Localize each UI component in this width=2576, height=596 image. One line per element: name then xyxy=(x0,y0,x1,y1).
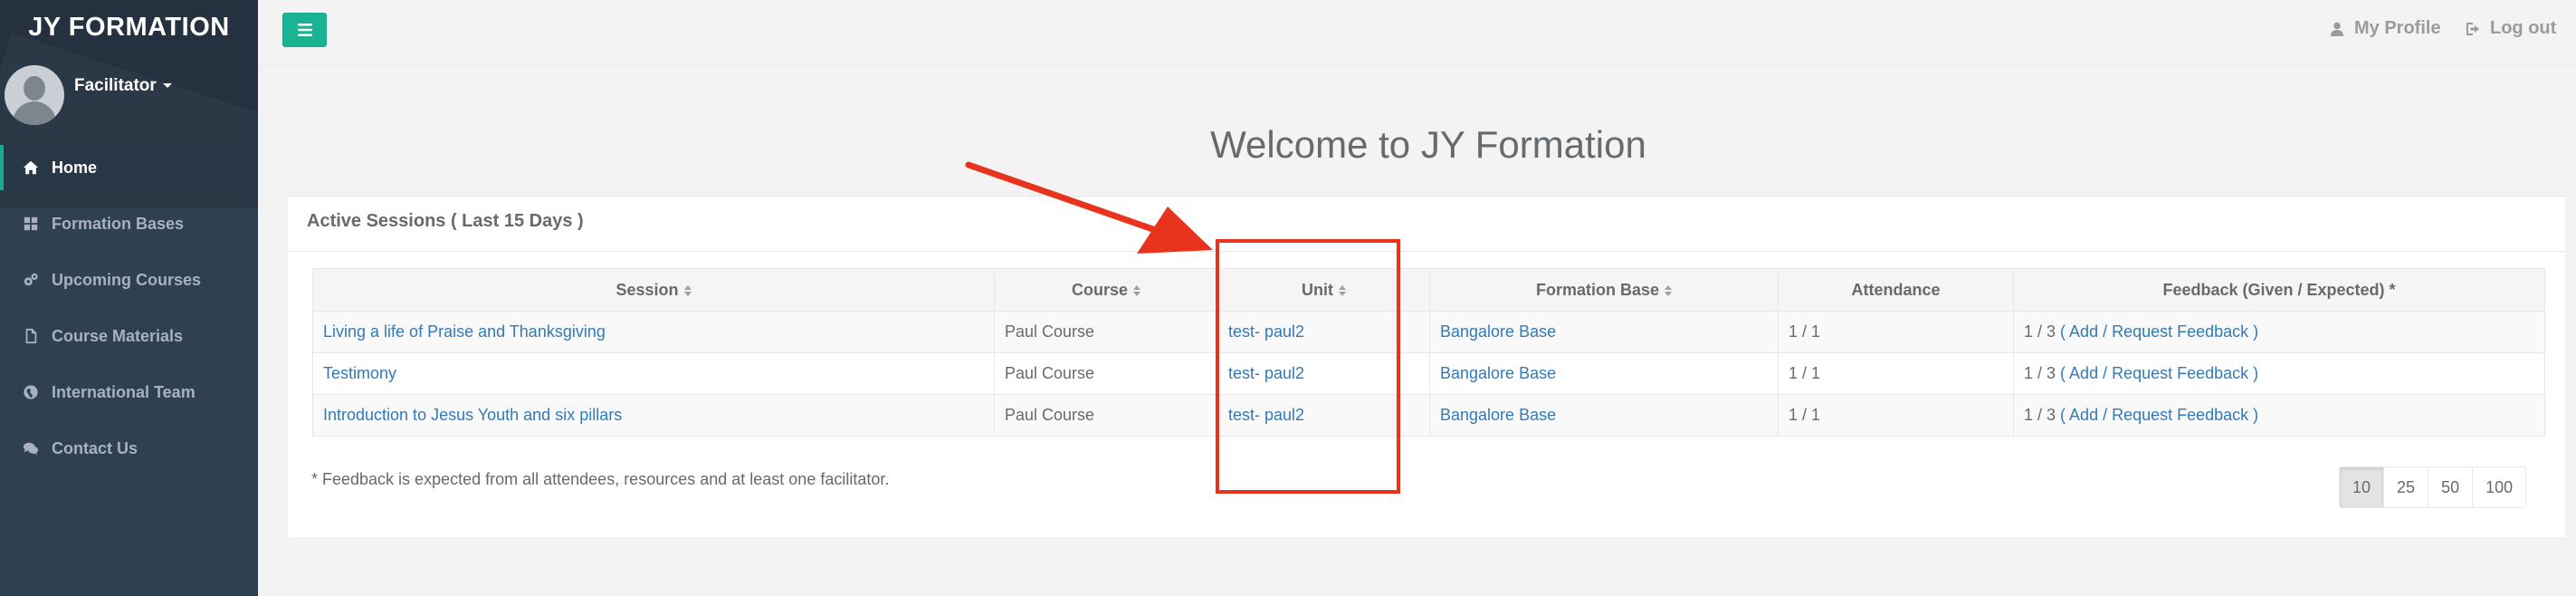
caret-down-icon xyxy=(162,83,172,89)
formation-base-cell: Bangalore Base xyxy=(1429,311,1779,353)
active-sessions-panel: Active Sessions ( Last 15 Days ) Session… xyxy=(288,196,2565,537)
file-icon xyxy=(25,328,37,344)
sidebar-item-course-materials[interactable]: Course Materials xyxy=(0,313,258,359)
attendance-cell: 1 / 1 xyxy=(1778,311,2014,353)
feedback-cell: 1 / 3 ( Add / Request Feedback ) xyxy=(2013,352,2545,395)
course-cell: Paul Course xyxy=(994,352,1218,395)
sign-out-icon xyxy=(2466,22,2479,35)
panel-title: Active Sessions ( Last 15 Days ) xyxy=(307,211,584,231)
panel-divider xyxy=(288,251,2565,252)
formation-base-link[interactable]: Bangalore Base xyxy=(1440,322,1556,341)
column-header-feedback: Feedback (Given / Expected) * xyxy=(2013,268,2545,312)
sort-icon xyxy=(1665,284,1673,296)
sidebar-item-formation-bases[interactable]: Formation Bases xyxy=(0,201,258,246)
formation-base-link[interactable]: Bangalore Base xyxy=(1440,364,1556,382)
sort-icon xyxy=(683,284,692,296)
table-row: Living a life of Praise and Thanksgiving… xyxy=(312,311,2545,353)
sidebar-item-label: International Team xyxy=(52,382,196,401)
globe-icon xyxy=(24,385,38,399)
page-size-option[interactable]: 10 xyxy=(2340,467,2385,507)
course-cell: Paul Course xyxy=(994,394,1218,437)
page-size-option[interactable]: 50 xyxy=(2428,467,2474,507)
user-role-dropdown[interactable]: Facilitator xyxy=(74,76,172,96)
sidebar-item-label: Formation Bases xyxy=(52,214,185,233)
page-size-selector: 10 25 50 100 xyxy=(2339,466,2527,508)
attendance-cell: 1 / 1 xyxy=(1778,394,2014,437)
sidebar-item-label: Contact Us xyxy=(52,438,138,457)
request-feedback-link[interactable]: ( Add / Request Feedback ) xyxy=(2060,364,2258,382)
session-cell: Living a life of Praise and Thanksgiving xyxy=(312,311,995,353)
course-cell: Paul Course xyxy=(994,311,1218,353)
sidebar-item-contact-us[interactable]: Contact Us xyxy=(0,426,258,471)
avatar[interactable] xyxy=(5,65,64,125)
feedback-count: 1 / 3 xyxy=(2024,364,2056,382)
session-link[interactable]: Testimony xyxy=(323,364,396,382)
cogs-icon xyxy=(24,273,38,286)
formation-base-link[interactable]: Bangalore Base xyxy=(1440,406,1556,424)
user-role-label: Facilitator xyxy=(74,76,157,95)
formation-base-cell: Bangalore Base xyxy=(1429,352,1779,395)
feedback-count: 1 / 3 xyxy=(2024,322,2056,341)
session-cell: Introduction to Jesus Youth and six pill… xyxy=(312,394,995,437)
column-header-course[interactable]: Course xyxy=(994,268,1218,312)
request-feedback-link[interactable]: ( Add / Request Feedback ) xyxy=(2060,406,2258,424)
annotation-arrow xyxy=(965,161,1213,254)
sidebar-item-home[interactable]: Home xyxy=(0,145,258,190)
formation-base-cell: Bangalore Base xyxy=(1429,394,1779,437)
my-profile-label: My Profile xyxy=(2354,18,2441,38)
sidebar-item-label: Home xyxy=(52,158,98,177)
session-link[interactable]: Living a life of Praise and Thanksgiving xyxy=(323,322,606,341)
sidebar-toggle-button[interactable] xyxy=(282,13,327,47)
feedback-count: 1 / 3 xyxy=(2024,406,2056,424)
logout-link[interactable]: Log out xyxy=(2466,18,2556,39)
table-header-row: Session Course Unit Formation Base Atten… xyxy=(312,268,2545,312)
sessions-table: Session Course Unit Formation Base Atten… xyxy=(312,268,2545,437)
sidebar-item-label: Course Materials xyxy=(52,326,184,345)
brand-title: JY FORMATION xyxy=(28,13,230,42)
annotation-highlight-box xyxy=(1216,239,1400,494)
page-size-option[interactable]: 100 xyxy=(2473,467,2526,507)
column-header-formation-base[interactable]: Formation Base xyxy=(1429,268,1779,312)
feedback-cell: 1 / 3 ( Add / Request Feedback ) xyxy=(2013,311,2545,353)
sidebar-item-upcoming-courses[interactable]: Upcoming Courses xyxy=(0,257,258,303)
column-header-attendance: Attendance xyxy=(1778,268,2014,312)
page-title: Welcome to JY Formation xyxy=(1210,123,1646,166)
page-size-option[interactable]: 25 xyxy=(2384,467,2429,507)
grid-icon xyxy=(24,216,38,231)
sidebar-item-label: Upcoming Courses xyxy=(52,270,202,289)
table-row: Testimony Paul Course test- paul2 Bangal… xyxy=(312,352,2545,395)
comments-icon xyxy=(23,442,39,456)
sidebar-item-international-team[interactable]: International Team xyxy=(0,370,258,415)
home-icon xyxy=(23,160,39,175)
my-profile-link[interactable]: My Profile xyxy=(2330,18,2441,39)
sort-icon xyxy=(1133,284,1140,296)
session-link[interactable]: Introduction to Jesus Youth and six pill… xyxy=(323,406,622,424)
table-row: Introduction to Jesus Youth and six pill… xyxy=(312,394,2545,437)
bars-icon xyxy=(297,24,312,36)
logout-label: Log out xyxy=(2490,18,2557,38)
column-header-session[interactable]: Session xyxy=(312,268,995,312)
session-cell: Testimony xyxy=(312,352,995,395)
user-icon xyxy=(2331,22,2343,36)
feedback-cell: 1 / 3 ( Add / Request Feedback ) xyxy=(2013,394,2545,437)
topbar xyxy=(258,0,2576,66)
sidebar: JY FORMATION Facilitator Home Formation … xyxy=(0,0,258,596)
request-feedback-link[interactable]: ( Add / Request Feedback ) xyxy=(2060,322,2258,341)
attendance-cell: 1 / 1 xyxy=(1778,352,2014,395)
feedback-footnote: * Feedback is expected from all attendee… xyxy=(311,470,890,488)
